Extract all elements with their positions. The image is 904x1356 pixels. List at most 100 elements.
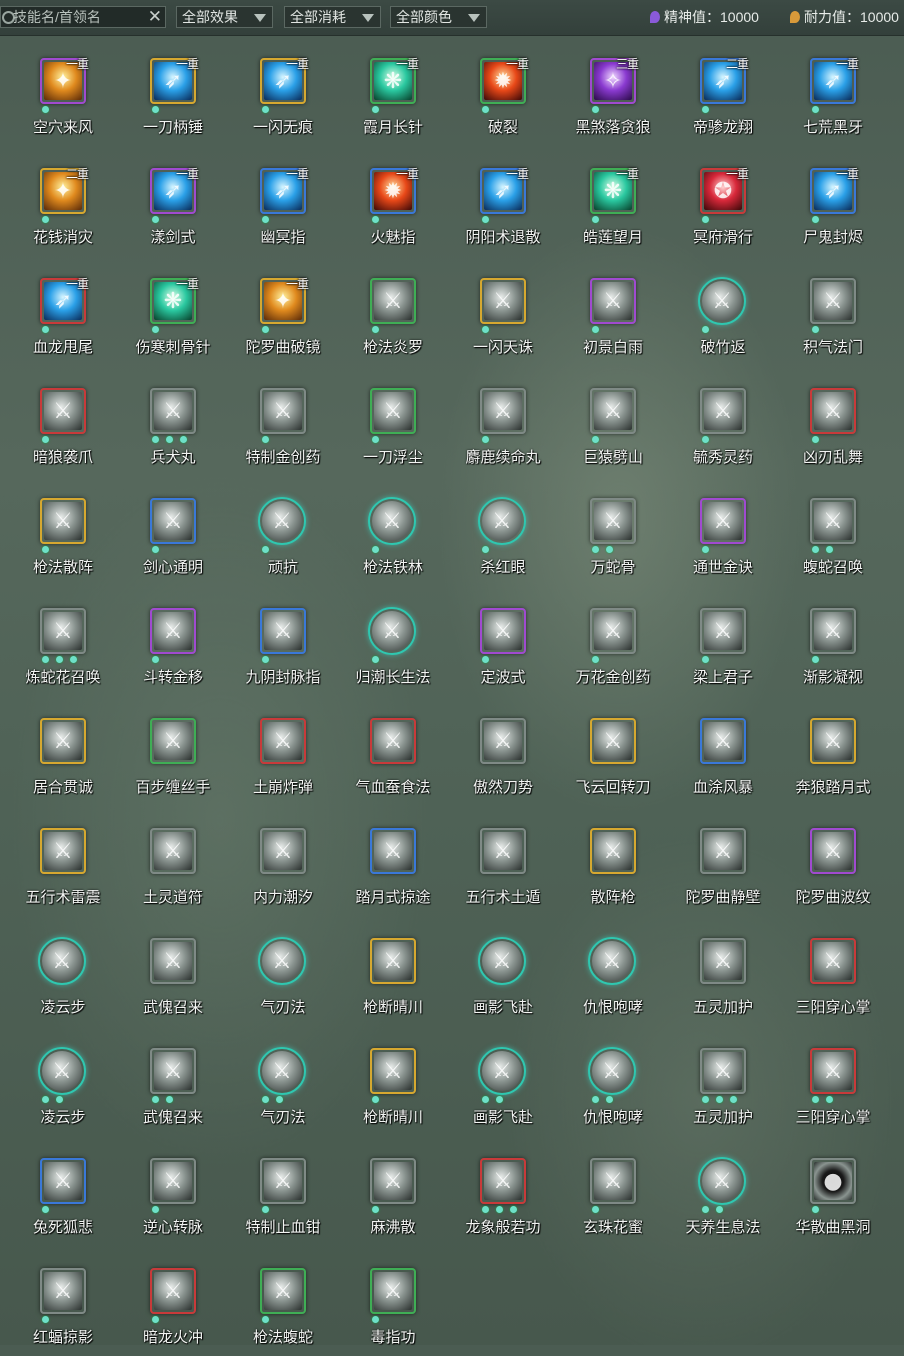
skill-icon[interactable]: ⚔ <box>810 828 856 874</box>
skill-icon[interactable]: ⚔ <box>260 1158 306 1204</box>
skill-icon[interactable]: ⚔ <box>590 1158 636 1204</box>
skill-slot[interactable]: ➶ 一重 一闪无痕 <box>228 36 338 146</box>
skill-icon[interactable]: ⚔ <box>40 718 86 764</box>
skill-slot[interactable]: ⚔ 巨猿劈山 <box>558 366 668 476</box>
cost-filter-dropdown[interactable]: 全部消耗 <box>284 6 381 28</box>
skill-icon[interactable]: ⚔ <box>368 497 416 545</box>
skill-icon[interactable]: ⚔ <box>700 608 746 654</box>
skill-icon[interactable]: ⚔ <box>150 498 196 544</box>
skill-slot[interactable]: ⚔ 五灵加护 <box>668 916 778 1026</box>
skill-slot[interactable]: ⚔ 兵犬丸 <box>118 366 228 476</box>
skill-slot[interactable]: ⚔ 积气法门 <box>778 256 888 366</box>
skill-slot[interactable]: ⚔ 万花金创药 <box>558 586 668 696</box>
skill-slot[interactable]: ⚔ 暗龙火冲 <box>118 1246 228 1356</box>
skill-icon[interactable]: ⚔ <box>480 608 526 654</box>
skill-slot[interactable]: ⚔ 百步缠丝手 <box>118 696 228 806</box>
skill-slot[interactable]: ➶ 一重 一刀柄锤 <box>118 36 228 146</box>
skill-slot[interactable]: ⚔ 归潮长生法 <box>338 586 448 696</box>
skill-slot[interactable]: ➶ 一重 血龙甩尾 <box>8 256 118 366</box>
effect-filter-dropdown[interactable]: 全部效果 <box>176 6 273 28</box>
skill-icon[interactable]: ⚔ <box>590 718 636 764</box>
skill-slot[interactable]: ⚔ 画影飞赴 <box>448 1026 558 1136</box>
skill-icon[interactable]: ⚔ <box>698 1157 746 1205</box>
skill-icon[interactable]: ⚔ <box>478 937 526 985</box>
skill-icon[interactable]: ⚔ <box>150 718 196 764</box>
skill-icon[interactable]: ⚔ <box>370 828 416 874</box>
skill-slot[interactable]: ⚔ 逆心转脉 <box>118 1136 228 1246</box>
skill-slot[interactable]: ⚔ 血涂风暴 <box>668 696 778 806</box>
skill-slot[interactable]: ⚔ 破竹返 <box>668 256 778 366</box>
skill-slot[interactable]: ⚔ 五行术雷震 <box>8 806 118 916</box>
skill-slot[interactable]: ⚔ 气刃法 <box>228 1026 338 1136</box>
skill-slot[interactable]: ⚔ 毒指功 <box>338 1246 448 1356</box>
skill-icon[interactable]: ⚔ <box>700 718 746 764</box>
skill-slot[interactable]: ⚔ 顽抗 <box>228 476 338 586</box>
skill-icon[interactable]: ⚔ <box>150 1268 196 1314</box>
skill-icon[interactable]: ⚔ <box>370 388 416 434</box>
skill-icon[interactable]: ⚔ <box>38 1047 86 1095</box>
search-box[interactable]: ✕ <box>0 6 166 28</box>
skill-slot[interactable]: ❋ 一重 霞月长针 <box>338 36 448 146</box>
skill-icon[interactable]: ⚔ <box>368 607 416 655</box>
skill-slot[interactable]: ➶ 一重 漾剑式 <box>118 146 228 256</box>
skill-icon[interactable]: ⚔ <box>810 608 856 654</box>
skill-slot[interactable]: ⚔ 踏月式掠途 <box>338 806 448 916</box>
skill-slot[interactable]: ✹ 一重 火魅指 <box>338 146 448 256</box>
skill-icon[interactable]: ⚔ <box>700 828 746 874</box>
skill-slot[interactable]: ⚔ 陀罗曲静壁 <box>668 806 778 916</box>
skill-slot[interactable]: ⚔ 通世金诀 <box>668 476 778 586</box>
skill-icon[interactable]: ⚔ <box>150 828 196 874</box>
skill-slot[interactable]: ⚔ 玄珠花蜜 <box>558 1136 668 1246</box>
skill-icon[interactable]: ⚔ <box>810 388 856 434</box>
skill-icon[interactable]: ● <box>810 1158 856 1204</box>
skill-slot[interactable]: ⚔ 剑心通明 <box>118 476 228 586</box>
skill-slot[interactable]: ⚔ 万蛇骨 <box>558 476 668 586</box>
skill-icon[interactable]: ⚔ <box>478 1047 526 1095</box>
skill-icon[interactable]: ⚔ <box>260 1268 306 1314</box>
skill-icon[interactable]: ⚔ <box>810 498 856 544</box>
skill-slot[interactable]: ⚔ 蝮蛇召唤 <box>778 476 888 586</box>
skill-slot[interactable]: ✹ 一重 破裂 <box>448 36 558 146</box>
skill-slot[interactable]: ⚔ 麝鹿续命丸 <box>448 366 558 476</box>
skill-slot[interactable]: ⚔ 武傀召来 <box>118 916 228 1026</box>
skill-slot[interactable]: ⚔ 九阴封脉指 <box>228 586 338 696</box>
skill-slot[interactable]: ⚔ 奔狼踏月式 <box>778 696 888 806</box>
skill-icon[interactable]: ⚔ <box>40 608 86 654</box>
skill-slot[interactable]: ⚔ 毓秀灵药 <box>668 366 778 476</box>
skill-slot[interactable]: ⚔ 土崩炸弹 <box>228 696 338 806</box>
skill-icon[interactable]: ⚔ <box>370 1268 416 1314</box>
skill-icon[interactable]: ⚔ <box>258 497 306 545</box>
skill-slot[interactable]: ⚔ 枪法炎罗 <box>338 256 448 366</box>
skill-slot[interactable]: ⚔ 五行术土遁 <box>448 806 558 916</box>
skill-slot[interactable]: ⚔ 仇恨咆哮 <box>558 1026 668 1136</box>
skill-slot[interactable]: ⚔ 麻沸散 <box>338 1136 448 1246</box>
skill-slot[interactable]: ⚔ 五灵加护 <box>668 1026 778 1136</box>
skill-icon[interactable]: ⚔ <box>150 1158 196 1204</box>
skill-icon[interactable]: ⚔ <box>480 718 526 764</box>
skill-icon[interactable]: ⚔ <box>260 608 306 654</box>
skill-icon[interactable]: ⚔ <box>478 497 526 545</box>
skill-icon[interactable]: ⚔ <box>810 938 856 984</box>
skill-icon[interactable]: ⚔ <box>150 388 196 434</box>
skill-slot[interactable]: ⚔ 居合贯诚 <box>8 696 118 806</box>
skill-icon[interactable]: ⚔ <box>40 498 86 544</box>
skill-slot[interactable]: ⚔ 枪法铁林 <box>338 476 448 586</box>
skill-slot[interactable]: ⚔ 凌云步 <box>8 916 118 1026</box>
skill-slot[interactable]: ⚔ 内力潮汐 <box>228 806 338 916</box>
skill-slot[interactable]: ⚔ 气刃法 <box>228 916 338 1026</box>
skill-icon[interactable]: ⚔ <box>370 1158 416 1204</box>
skill-icon[interactable]: ⚔ <box>588 937 636 985</box>
skill-slot[interactable]: ⚔ 斗转金移 <box>118 586 228 696</box>
skill-slot[interactable]: ⚔ 枪法散阵 <box>8 476 118 586</box>
skill-icon[interactable]: ⚔ <box>38 937 86 985</box>
skill-icon[interactable]: ⚔ <box>258 937 306 985</box>
skill-slot[interactable]: ⚔ 土灵道符 <box>118 806 228 916</box>
skill-slot[interactable]: ⚔ 杀红眼 <box>448 476 558 586</box>
skill-slot[interactable]: ➶ 一重 幽冥指 <box>228 146 338 256</box>
skill-slot[interactable]: ⚔ 飞云回转刀 <box>558 696 668 806</box>
skill-slot[interactable]: ✦ 二重 花钱消灾 <box>8 146 118 256</box>
skill-icon[interactable]: ⚔ <box>590 608 636 654</box>
skill-slot[interactable]: ⚔ 凌云步 <box>8 1026 118 1136</box>
skill-icon[interactable]: ⚔ <box>40 388 86 434</box>
skill-icon[interactable]: ⚔ <box>700 388 746 434</box>
